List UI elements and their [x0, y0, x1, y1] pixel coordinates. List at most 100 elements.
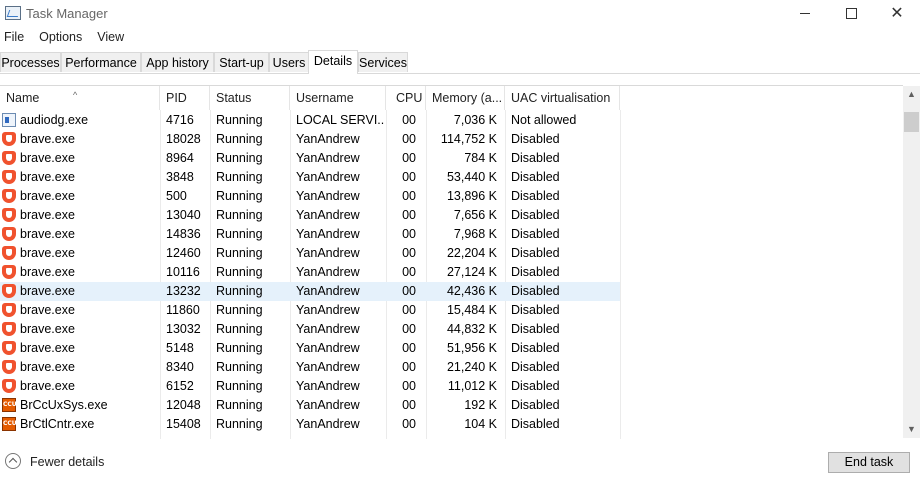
cell-memory: 13,896 K [446, 189, 497, 203]
cell-username: YanAndrew [296, 227, 360, 241]
close-button[interactable]: ✕ [874, 0, 920, 27]
end-task-button[interactable]: End task [828, 452, 910, 473]
menu-view[interactable]: View [93, 27, 131, 48]
cell-pid: 14836 [166, 227, 201, 241]
cell-cpu: 00 [402, 189, 416, 203]
table-row[interactable]: brave.exe 5148 Running YanAndrew 00 51,956 K D… [0, 339, 620, 358]
cell-uac: Disabled [511, 379, 560, 393]
cell-memory: 27,124 K [446, 265, 497, 279]
column-header-pid[interactable]: PID [160, 86, 210, 110]
table-row[interactable]: brave.exe 13232 Running YanAndrew 00 42,436 K… [0, 282, 620, 301]
cell-uac: Disabled [511, 303, 560, 317]
scroll-up-icon[interactable]: ▲ [903, 86, 920, 103]
table-row[interactable]: CCU BrCtlCntr.exe 15408 Running YanAndrew 00 1… [0, 415, 620, 434]
title-bar: Task Manager ✕ [0, 0, 920, 27]
column-header-name[interactable]: ^ Name [0, 86, 160, 110]
scroll-down-icon[interactable]: ▼ [903, 421, 920, 438]
cell-status: Running [216, 341, 263, 355]
maximize-icon [845, 8, 857, 19]
cell-pid: 8964 [166, 151, 194, 165]
cell-status: Running [216, 303, 263, 317]
cell-memory: 7,656 K [453, 208, 497, 222]
vertical-scrollbar[interactable]: ▲ ▼ [903, 86, 920, 438]
cell-cpu: 00 [402, 265, 416, 279]
tab-app-history[interactable]: App history [141, 52, 214, 72]
cell-cpu: 00 [402, 360, 416, 374]
cell-uac: Disabled [511, 360, 560, 374]
table-row[interactable]: brave.exe 13040 Running YanAndrew 00 7,656 K D… [0, 206, 620, 225]
table-row[interactable]: brave.exe 14836 Running YanAndrew 00 7,968 K D… [0, 225, 620, 244]
cell-status: Running [216, 379, 263, 393]
cell-uac: Not allowed [511, 113, 577, 127]
cell-username: YanAndrew [296, 170, 360, 184]
cell-username: YanAndrew [296, 132, 360, 146]
cell-cpu: 00 [402, 398, 416, 412]
table-row[interactable]: brave.exe 8340 Running YanAndrew 00 21,240 K D… [0, 358, 620, 377]
cell-username: YanAndrew [296, 189, 360, 203]
table-row[interactable]: brave.exe 500 Running YanAndrew 00 13,896 K Di… [0, 187, 620, 206]
tab-details[interactable]: Details [308, 50, 358, 74]
cell-cpu: 00 [402, 227, 416, 241]
tab-strip: Processes Performance App history Start-… [0, 50, 920, 74]
scrollbar-thumb[interactable] [904, 112, 919, 132]
table-row[interactable]: CCU BrCcUxSys.exe 12048 Running YanAndrew 00 1… [0, 396, 620, 415]
cell-uac: Disabled [511, 170, 560, 184]
cell-pid: 8340 [166, 360, 194, 374]
cell-memory: 42,436 K [446, 284, 497, 298]
table-row[interactable]: brave.exe 18028 Running YanAndrew 00 114,752 … [0, 130, 620, 149]
details-table: ^ Name PID Status Username CPU Memory (a… [0, 85, 903, 439]
cell-username: YanAndrew [296, 246, 360, 260]
column-header-username[interactable]: Username [290, 86, 386, 110]
cell-memory: 22,204 K [446, 246, 497, 260]
cell-status: Running [216, 151, 263, 165]
ccu-icon: CCU [2, 417, 17, 431]
brave-icon [2, 170, 16, 184]
tab-processes[interactable]: Processes [0, 52, 61, 72]
brave-icon [2, 151, 16, 165]
table-row[interactable]: audiodg.exe 4716 Running LOCAL SERVI... 00 7,… [0, 111, 620, 130]
brave-icon [2, 265, 16, 279]
minimize-button[interactable] [782, 0, 828, 27]
cell-username: YanAndrew [296, 398, 360, 412]
cell-cpu: 00 [402, 246, 416, 260]
table-row[interactable]: brave.exe 6152 Running YanAndrew 00 11,012 K D… [0, 377, 620, 396]
cell-pid: 3848 [166, 170, 194, 184]
ccu-icon: CCU [2, 398, 17, 412]
column-header-memory[interactable]: Memory (a... [426, 86, 505, 110]
brave-icon [2, 227, 16, 241]
tab-users[interactable]: Users [269, 52, 309, 72]
table-row[interactable]: brave.exe 8964 Running YanAndrew 00 784 K Disa… [0, 149, 620, 168]
cell-cpu: 00 [402, 303, 416, 317]
cell-status: Running [216, 189, 263, 203]
table-row[interactable]: brave.exe 11860 Running YanAndrew 00 15,484 K… [0, 301, 620, 320]
column-header-status[interactable]: Status [210, 86, 290, 110]
menu-options[interactable]: Options [35, 27, 89, 48]
cell-uac: Disabled [511, 284, 560, 298]
cell-uac: Disabled [511, 417, 560, 431]
tab-services[interactable]: Services [358, 52, 408, 72]
chevron-up-circle-icon[interactable] [5, 453, 21, 469]
cell-pid: 4716 [166, 113, 194, 127]
cell-name: brave.exe [20, 303, 75, 317]
cell-uac: Disabled [511, 151, 560, 165]
table-row[interactable]: brave.exe 10116 Running YanAndrew 00 27,124 K… [0, 263, 620, 282]
cell-cpu: 00 [402, 417, 416, 431]
cell-username: YanAndrew [296, 265, 360, 279]
table-row[interactable]: brave.exe 12460 Running YanAndrew 00 22,204 K… [0, 244, 620, 263]
column-header-uac[interactable]: UAC virtualisation [505, 86, 620, 110]
cell-pid: 12460 [166, 246, 201, 260]
cell-status: Running [216, 265, 263, 279]
column-header-cpu[interactable]: CPU [386, 86, 426, 110]
cell-name: brave.exe [20, 246, 75, 260]
table-row[interactable]: brave.exe 3848 Running YanAndrew 00 53,440 K D… [0, 168, 620, 187]
fewer-details-link[interactable]: Fewer details [30, 455, 104, 469]
tab-start-up[interactable]: Start-up [214, 52, 269, 72]
maximize-button[interactable] [828, 0, 874, 27]
tab-performance[interactable]: Performance [61, 52, 141, 72]
cell-uac: Disabled [511, 398, 560, 412]
cell-name: audiodg.exe [20, 113, 89, 127]
menu-file[interactable]: File [0, 27, 31, 48]
table-row[interactable]: brave.exe 13032 Running YanAndrew 00 44,832 K… [0, 320, 620, 339]
cell-name: BrCcUxSys.exe [20, 398, 108, 412]
cell-cpu: 00 [402, 208, 416, 222]
